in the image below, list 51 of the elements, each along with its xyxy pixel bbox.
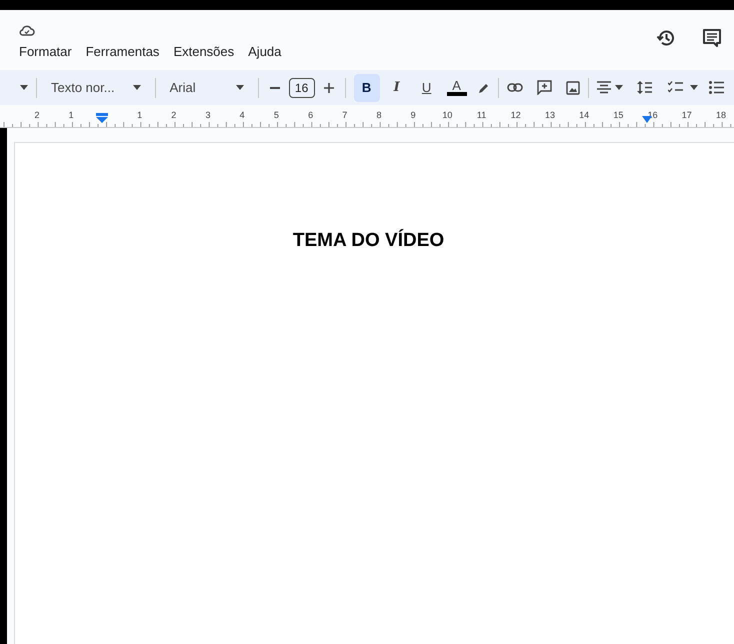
ruler-number: 4	[238, 110, 246, 120]
ruler-number: 12	[510, 110, 522, 120]
ruler-number: 15	[612, 110, 624, 120]
menu-item[interactable]: Formatar	[19, 42, 72, 62]
menu-item[interactable]: Ferramentas	[86, 42, 160, 62]
minus-icon[interactable]	[270, 86, 280, 88]
caret-icon[interactable]	[614, 85, 623, 90]
ruler-number: 8	[375, 110, 382, 120]
ruler-number: 3	[204, 110, 212, 120]
caret-icon[interactable]	[690, 85, 698, 90]
indent-marker-icon[interactable]	[96, 113, 108, 123]
history-icon[interactable]	[656, 28, 676, 48]
color-bar-icon	[446, 92, 467, 96]
color-button[interactable]: A	[444, 74, 470, 102]
checklist-icon[interactable]	[668, 81, 683, 94]
font-size-field[interactable]: 16	[288, 78, 315, 98]
italic-button[interactable]: I	[384, 74, 410, 102]
add-comment-icon[interactable]	[536, 80, 552, 95]
menu-item[interactable]: Extensões	[173, 42, 234, 62]
ruler-number: 1	[136, 110, 144, 120]
ruler-number: 13	[544, 110, 556, 120]
ruler-number: 2	[170, 110, 178, 120]
image-icon[interactable]	[566, 80, 580, 94]
cloud-icon[interactable]	[19, 23, 35, 37]
ruler-number: 14	[578, 110, 590, 120]
align-center-icon[interactable]	[596, 81, 611, 94]
caret-icon[interactable]	[20, 85, 28, 90]
ruler-number: 7	[341, 110, 348, 120]
caret-icon[interactable]	[236, 85, 244, 90]
ruler-number: 18	[715, 110, 727, 120]
font-dropdown[interactable]: Arial	[164, 74, 250, 102]
ruler-number: 2	[33, 110, 40, 120]
ruler-number: 1	[68, 110, 75, 120]
document-heading: TEMA DO VÍDEO	[292, 229, 444, 253]
pen-icon[interactable]	[478, 82, 490, 94]
plus-icon[interactable]	[324, 82, 334, 92]
ruler-number: 9	[410, 110, 417, 120]
ruler-number: 11	[476, 110, 488, 120]
line-spacing-icon[interactable]	[636, 81, 652, 94]
bulleted-list-icon[interactable]	[708, 81, 724, 94]
comment-icon[interactable]	[702, 28, 722, 48]
menu-item[interactable]: Ajuda	[248, 42, 282, 62]
caret-icon[interactable]	[132, 85, 141, 90]
link-icon[interactable]	[506, 83, 523, 92]
ruler-number: 17	[680, 110, 693, 120]
ruler-number: 10	[441, 110, 454, 120]
underline-button[interactable]: U	[414, 74, 440, 102]
ruler-number: 5	[272, 110, 280, 120]
bold-button[interactable]: B	[354, 74, 380, 102]
ruler-number: 6	[307, 110, 314, 120]
style-dropdown[interactable]: Texto nor...	[45, 74, 147, 102]
